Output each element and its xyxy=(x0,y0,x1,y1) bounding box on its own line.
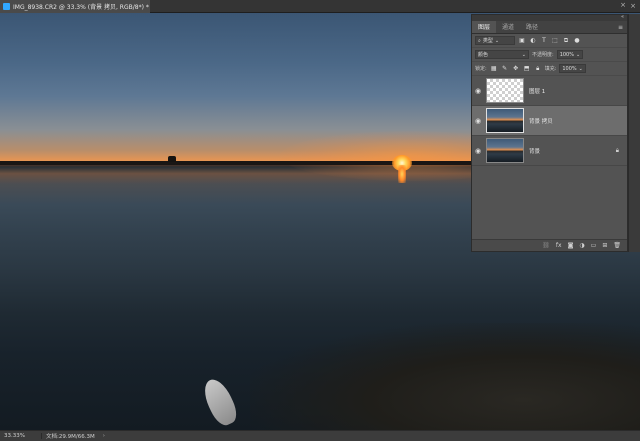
document-tab[interactable]: IMG_8938.CR2 @ 33.3% (背景 拷贝, RGB/8*) * xyxy=(0,0,150,13)
opacity-label: 不透明度: xyxy=(532,52,554,58)
panel-menu-icon[interactable]: ≡ xyxy=(618,21,623,34)
chevron-down-icon: ⌄ xyxy=(575,51,581,58)
smart-filter-icon[interactable]: ⧉ xyxy=(562,37,570,45)
image-filter-icon[interactable]: ▣ xyxy=(518,37,526,45)
new-layer-icon[interactable]: ⊞ xyxy=(602,242,607,249)
eye-icon[interactable]: ◉ xyxy=(472,117,484,125)
chevron-down-icon: ⌄ xyxy=(521,51,526,58)
layer-name[interactable]: 图层 1 xyxy=(529,87,545,95)
eye-icon[interactable]: ◉ xyxy=(472,147,484,155)
type-filter-icon[interactable]: T xyxy=(540,37,548,45)
opacity-input[interactable]: 100% ⌄ xyxy=(556,50,584,59)
layer-row[interactable]: ◉ 背景 拷贝 xyxy=(472,106,627,136)
fill-label: 填充: xyxy=(544,66,557,72)
right-toolbar-strip xyxy=(628,14,640,252)
shoreline xyxy=(250,323,640,430)
filter-kind-label: 类型 xyxy=(482,37,493,44)
lock-row: 锁定: ▦ ✎ ✥ ⬒ 🔒︎ 填充: 100% ⌄ xyxy=(472,62,627,76)
filter-toggle-icon[interactable]: ● xyxy=(573,37,581,45)
tab-channels[interactable]: 通道 xyxy=(496,21,520,33)
collapse-icon[interactable]: « xyxy=(621,14,624,20)
fx-icon[interactable]: fx xyxy=(556,242,562,249)
layer-thumbnail xyxy=(486,78,524,103)
layer-name[interactable]: 背景 拷贝 xyxy=(529,117,553,125)
layer-name[interactable]: 背景 xyxy=(529,147,540,155)
lock-icon: 🔒︎ xyxy=(615,146,619,154)
panel-tabs: 图层 通道 路径 ≡ xyxy=(472,21,627,34)
fill-value: 100% xyxy=(562,65,577,72)
window-close-icon[interactable]: × xyxy=(630,2,636,10)
adjust-filter-icon[interactable]: ◐ xyxy=(529,37,537,45)
layers-panel: « 图层 通道 路径 ≡ ⌕ 类型 ⌄ ▣ ◐ T ⬚ ⧉ ● 颜色 ⌄ 不透明… xyxy=(471,14,628,252)
layer-row[interactable]: ◉ 图层 1 xyxy=(472,76,627,106)
layer-row[interactable]: ◉ 背景 🔒︎ xyxy=(472,136,627,166)
lock-position-icon[interactable]: ✥ xyxy=(512,65,520,73)
layers-list: ◉ 图层 1 ◉ 背景 拷贝 ◉ 背景 🔒︎ xyxy=(472,76,627,217)
chevron-down-icon: ⌄ xyxy=(578,65,583,72)
lock-pixels-icon[interactable]: ▦ xyxy=(490,65,498,73)
mask-icon[interactable]: ◙ xyxy=(568,242,574,249)
status-menu-arrow-icon[interactable]: › xyxy=(103,433,105,439)
sun-reflection xyxy=(398,165,406,183)
lock-all-icon[interactable]: 🔒︎ xyxy=(534,65,542,73)
lock-artboard-icon[interactable]: ⬒ xyxy=(523,65,531,73)
eye-icon[interactable]: ◉ xyxy=(472,87,484,95)
blend-row: 颜色 ⌄ 不透明度: 100% ⌄ xyxy=(472,48,627,62)
tab-layers[interactable]: 图层 xyxy=(472,21,497,33)
blend-mode-value: 颜色 xyxy=(478,51,489,58)
link-icon[interactable]: ⛓ xyxy=(542,242,550,249)
document-tab-bar: IMG_8938.CR2 @ 33.3% (背景 拷贝, RGB/8*) * ×… xyxy=(0,0,640,13)
fill-input[interactable]: 100% ⌄ xyxy=(559,64,586,73)
status-bar: 33.33% 文档:29.9M/66.3M › xyxy=(0,430,640,441)
tab-paths[interactable]: 路径 xyxy=(520,21,544,33)
trash-icon[interactable]: 🗑︎ xyxy=(613,242,621,249)
panel-close-icon[interactable]: × xyxy=(620,1,626,9)
filter-row: ⌕ 类型 ⌄ ▣ ◐ T ⬚ ⧉ ● xyxy=(472,34,627,48)
chevron-down-icon: ⌄ xyxy=(494,37,500,44)
filter-kind-select[interactable]: ⌕ 类型 ⌄ xyxy=(475,36,515,45)
panel-footer: ⛓ fx ◙ ◑ ▭ ⊞ 🗑︎ xyxy=(472,239,627,251)
layer-thumbnail xyxy=(486,138,524,163)
lock-paint-icon[interactable]: ✎ xyxy=(501,65,509,73)
document-size: 文档:29.9M/66.3M xyxy=(46,434,95,440)
lock-label: 锁定: xyxy=(475,66,487,72)
folder-icon[interactable]: ▭ xyxy=(591,242,597,249)
adjustment-icon[interactable]: ◑ xyxy=(579,242,584,249)
layer-thumbnail xyxy=(486,108,524,133)
shape-filter-icon[interactable]: ⬚ xyxy=(551,37,559,45)
search-icon: ⌕ xyxy=(478,37,481,44)
opacity-value: 100% xyxy=(559,51,574,58)
horizon-tree xyxy=(168,156,176,162)
zoom-level[interactable]: 33.33% xyxy=(0,433,42,439)
fish xyxy=(198,375,242,429)
photoshop-icon xyxy=(3,3,10,10)
blend-mode-select[interactable]: 颜色 ⌄ xyxy=(475,50,529,59)
document-title: IMG_8938.CR2 @ 33.3% (背景 拷贝, RGB/8*) * xyxy=(13,4,149,11)
